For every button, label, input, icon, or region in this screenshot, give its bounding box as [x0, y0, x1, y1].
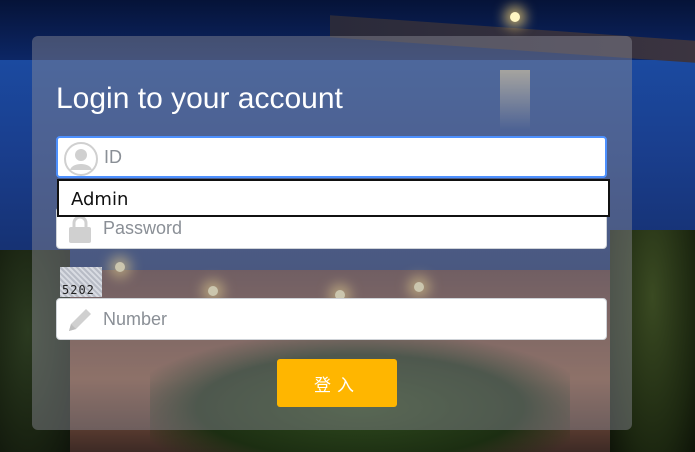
lock-icon — [63, 212, 97, 246]
id-input[interactable] — [104, 138, 594, 176]
autocomplete-suggestion[interactable]: Admin — [71, 189, 128, 210]
number-input[interactable] — [103, 299, 593, 339]
login-button[interactable]: 登入 — [277, 359, 397, 407]
street-light — [510, 12, 520, 22]
id-field[interactable] — [56, 136, 607, 178]
pencil-icon — [63, 303, 97, 337]
autocomplete-dropdown[interactable]: Admin — [57, 179, 610, 217]
number-field[interactable] — [56, 298, 607, 340]
user-avatar-icon — [64, 142, 98, 176]
captcha-code: 5202 — [62, 283, 95, 297]
captcha-image: 5202 — [60, 267, 102, 297]
page-title: Login to your account — [56, 82, 343, 115]
